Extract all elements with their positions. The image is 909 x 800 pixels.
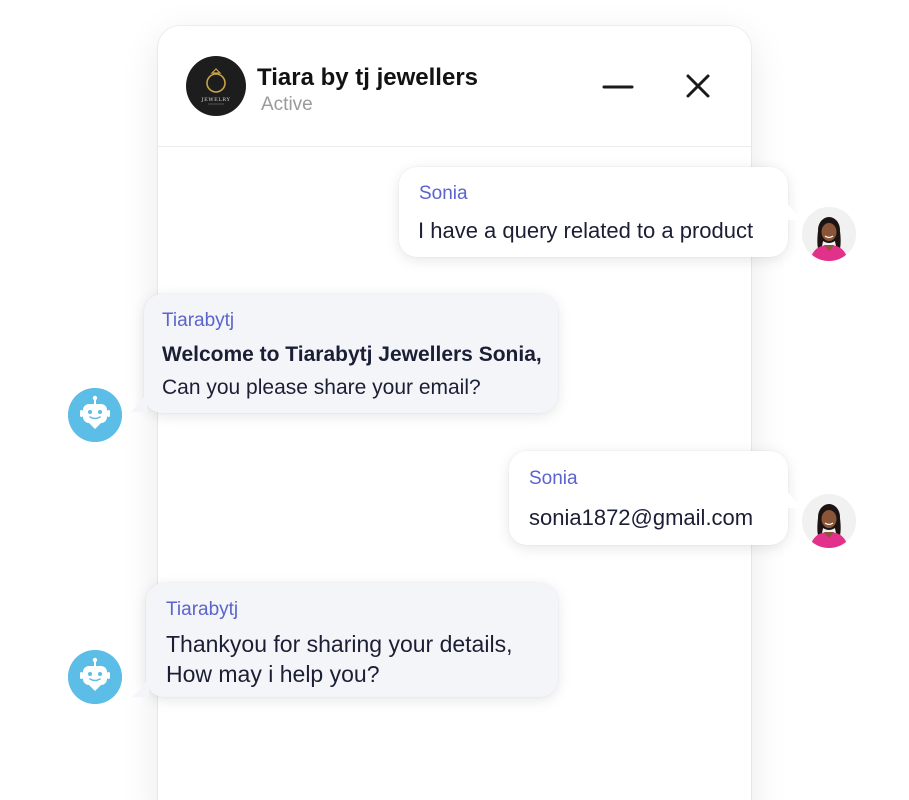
bot-bubble-tail	[131, 394, 147, 412]
robot-icon	[68, 650, 122, 704]
user-avatar-icon	[802, 494, 856, 548]
robot-icon	[68, 388, 122, 442]
user-avatar	[802, 207, 856, 261]
message-text-line-1: Thankyou for sharing your details,	[166, 631, 513, 657]
minimize-icon	[602, 85, 634, 89]
bot-bubble-tail	[133, 679, 149, 697]
chat-title: Tiara by tj jewellers	[257, 64, 479, 91]
message-text-line-1: Welcome to Tiarabytj Jewellers Sonia,	[162, 343, 542, 366]
bot-avatar	[68, 650, 122, 704]
message-text: sonia1872@gmail.com	[529, 505, 754, 530]
message-text-line-2: How may i help you?	[166, 661, 380, 687]
message-text: I have a query related to a product	[418, 218, 754, 243]
sender-name: Tiarabytj	[162, 310, 235, 331]
sender-name: Sonia	[529, 468, 578, 489]
close-icon	[686, 74, 710, 98]
bot-message-bubble: Tiarabytj Welcome to Tiarabytj Jewellers…	[144, 294, 558, 413]
message-text-line-2: Can you please share your email?	[162, 376, 481, 399]
bot-avatar	[68, 388, 122, 442]
user-bubble-tail	[786, 490, 801, 508]
brand-logo: JEWELRY	[186, 56, 246, 116]
user-avatar	[802, 494, 856, 548]
close-button[interactable]	[680, 69, 716, 105]
user-message-bubble: Sonia I have a query related to a produc…	[399, 167, 788, 257]
sender-name: Sonia	[419, 183, 468, 204]
status-text: Active	[261, 94, 313, 115]
chat-header: JEWELRY Tiara by tj jewellers Active	[158, 26, 751, 147]
sender-name: Tiarabytj	[166, 599, 239, 620]
bot-message-bubble: Tiarabytj Thankyou for sharing your deta…	[146, 583, 558, 697]
user-bubble-tail	[786, 202, 801, 220]
user-message-bubble: Sonia sonia1872@gmail.com	[509, 451, 788, 545]
minimize-button[interactable]	[600, 69, 636, 105]
logo-text: JEWELRY	[201, 97, 231, 103]
user-avatar-icon	[802, 207, 856, 261]
ring-logo-icon: JEWELRY	[201, 68, 231, 105]
page: JEWELRY Tiara by tj jewellers Active Son…	[0, 0, 909, 800]
